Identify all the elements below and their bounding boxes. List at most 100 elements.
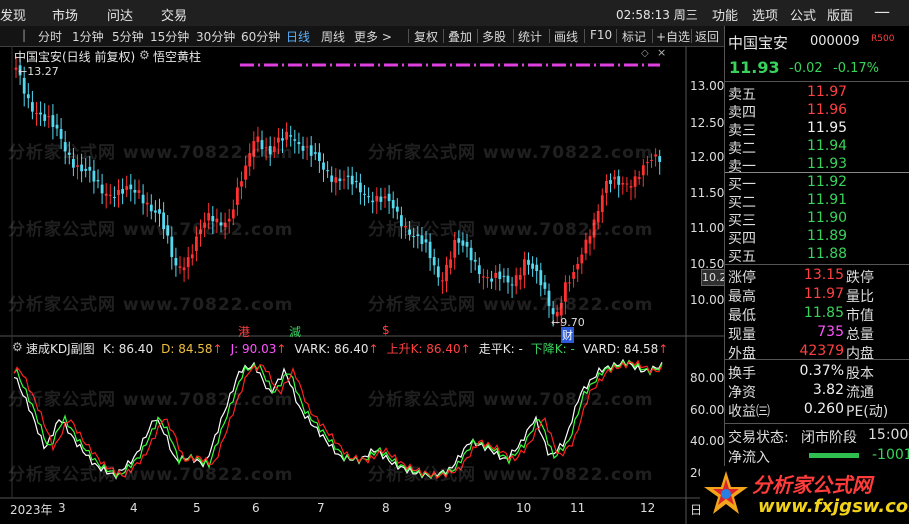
menu-options[interactable]: 选项: [752, 5, 778, 24]
btn-adjust[interactable]: 复权: [414, 28, 438, 45]
ask-row[interactable]: 卖二 11.94: [725, 138, 909, 157]
menu-wenda[interactable]: 问达: [107, 5, 133, 24]
candle-body: [539, 270, 543, 286]
up-arrow-icon: ↑: [658, 342, 669, 356]
bid-price: 11.90: [807, 210, 848, 226]
btn-multi-stock[interactable]: 多股: [482, 28, 506, 45]
close-icon[interactable]: ×: [657, 46, 666, 59]
minimize-icon[interactable]: —: [874, 2, 890, 21]
ask-price: 11.94: [807, 138, 848, 154]
menu-layout[interactable]: 版面: [827, 5, 853, 24]
bid-row[interactable]: 买三 11.90: [725, 210, 909, 229]
candle-body: [252, 140, 256, 157]
candle-body: [584, 239, 588, 254]
tab-5min[interactable]: 5分钟: [112, 28, 144, 45]
btn-draw-line[interactable]: 画线: [554, 28, 578, 45]
bid-row[interactable]: 买二 11.91: [725, 192, 909, 211]
stat-row: 最低 11.85 市值: [725, 305, 909, 324]
event-mark-dividend[interactable]: $: [382, 323, 390, 337]
candle-body: [14, 67, 18, 70]
sub-chart-title[interactable]: 速成KDJ副图: [26, 340, 95, 357]
candle-body: [576, 263, 580, 270]
candle-body: [363, 193, 366, 195]
diamond-icon[interactable]: ◇: [641, 48, 649, 59]
btn-back[interactable]: 返回: [695, 28, 719, 45]
bid-row[interactable]: 买四 11.89: [725, 228, 909, 247]
price-tick: 10.00: [690, 293, 725, 307]
candle-body: [408, 229, 411, 235]
stat-value: 0.260: [803, 401, 844, 417]
candle-body: [43, 114, 47, 121]
menu-market[interactable]: 市场: [52, 5, 78, 24]
btn-overlay[interactable]: 叠加: [448, 28, 472, 45]
candle-body: [605, 180, 608, 193]
stat-label: 现量: [728, 327, 756, 343]
ask-label: 卖三: [728, 123, 756, 139]
candle-body: [371, 200, 375, 203]
kdj-values: K: 86.40 D: 84.58↑ J: 90.03↑ VARK: 86.40↑ 上升…: [103, 340, 673, 356]
menu-function[interactable]: 功能: [712, 5, 738, 24]
candle-body: [432, 257, 436, 266]
menu-discover[interactable]: 发现: [0, 5, 26, 24]
tab-daily[interactable]: 日线: [286, 28, 310, 45]
stat-value: 735: [817, 324, 844, 340]
kdj-value: K: 86.40: [103, 342, 154, 356]
candle-body: [436, 266, 440, 278]
tab-60min[interactable]: 60分钟: [241, 28, 280, 45]
candle-body: [59, 129, 63, 139]
kdj-value: J: 90.03: [230, 342, 277, 356]
candle-body: [564, 282, 567, 302]
candle-body: [260, 140, 264, 150]
event-mark-hk[interactable]: 港: [238, 323, 250, 340]
bid-row[interactable]: 买五 11.88: [725, 246, 909, 265]
ask-row[interactable]: 卖三 11.95: [725, 120, 909, 139]
kdj-line: [13, 359, 663, 480]
candle-body: [88, 166, 92, 171]
candle-body: [375, 195, 379, 202]
event-mark-reduce[interactable]: 減: [289, 323, 301, 340]
tab-30min[interactable]: 30分钟: [196, 28, 235, 45]
tab-1min[interactable]: 1分钟: [72, 28, 104, 45]
date-tick: 4: [130, 501, 138, 515]
ask-label: 卖五: [728, 87, 756, 103]
settings-icon[interactable]: ⚙: [139, 48, 150, 62]
menu-formula[interactable]: 公式: [790, 5, 816, 24]
sub-settings-icon[interactable]: ⚙: [12, 340, 23, 354]
stat-label: 外盘: [728, 346, 756, 362]
ask-row[interactable]: 卖四 11.96: [725, 102, 909, 121]
btn-mark[interactable]: 标记: [622, 28, 646, 45]
up-arrow-icon: ↑: [368, 342, 379, 356]
candle-body: [490, 278, 493, 282]
ask-row[interactable]: 卖五 11.97: [725, 84, 909, 103]
candle-body: [63, 142, 67, 152]
candle-body: [502, 275, 506, 277]
candle-body: [572, 272, 575, 279]
menu-trade[interactable]: 交易: [161, 5, 187, 24]
tab-more[interactable]: 更多 >: [354, 28, 392, 45]
btn-f10[interactable]: F10: [590, 28, 612, 42]
candle-body: [506, 275, 510, 283]
candle-body: [609, 180, 612, 184]
candle-body: [391, 200, 395, 209]
bid-row[interactable]: 买一 11.92: [725, 174, 909, 193]
tab-15min[interactable]: 15分钟: [150, 28, 189, 45]
kline-chart[interactable]: [0, 46, 724, 524]
indicator-name[interactable]: 悟空黄柱: [153, 48, 201, 65]
candle-body: [39, 112, 42, 115]
candle-body: [424, 239, 428, 243]
candle-body: [47, 116, 51, 118]
tab-weekly[interactable]: 周线: [321, 28, 345, 45]
stat-value: 13.15: [803, 267, 844, 283]
candle-body: [338, 178, 342, 182]
candle-body: [186, 257, 190, 268]
candle-body: [477, 265, 481, 274]
btn-statistics[interactable]: 统计: [518, 28, 542, 45]
up-arrow-icon: ↑: [460, 342, 471, 356]
price-change: -0.02: [789, 61, 823, 76]
candle-body: [268, 146, 272, 155]
btn-add-watchlist[interactable]: +自选: [656, 28, 690, 45]
candle-body: [297, 142, 301, 145]
tab-intraday[interactable]: 分时: [38, 28, 62, 45]
stat-row: 涨停 13.15 跌停: [725, 267, 909, 286]
candle-body: [231, 209, 235, 219]
